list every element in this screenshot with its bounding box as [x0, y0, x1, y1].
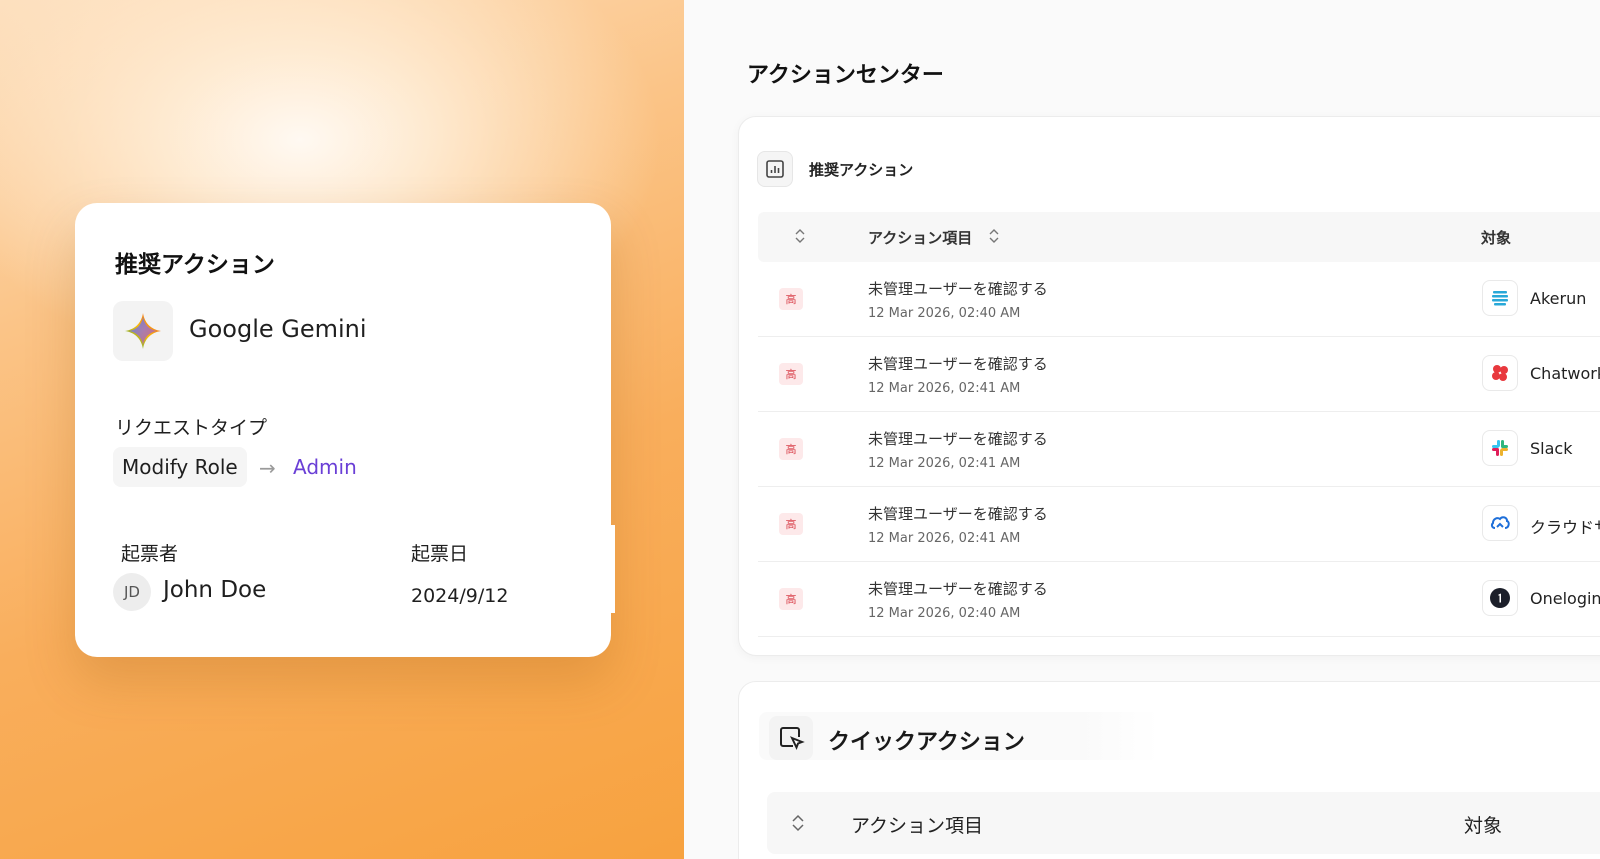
slack-icon [1492, 440, 1508, 456]
priority-badge: 高 [779, 513, 803, 535]
column-header-target[interactable]: 対象 [1481, 227, 1511, 248]
app-name: Google Gemini [189, 315, 367, 343]
row-title: 未管理ユーザーを確認する [868, 430, 1048, 448]
to-role: Admin [293, 455, 357, 479]
akerun-icon [1492, 291, 1508, 306]
priority-badge: 高 [779, 288, 803, 310]
chart-icon-tile [757, 151, 793, 187]
panel-title: クイックアクション [828, 730, 1025, 755]
panel-title: 推奨アクション [809, 161, 914, 179]
request-type-label: リクエストタイプ [115, 417, 268, 439]
row-title: 未管理ユーザーを確認する [868, 280, 1048, 298]
app-logo-tile [1482, 355, 1518, 391]
hero-gradient-panel: 推奨アクション Google Gemini リクエストタイプ Modify Ro… [0, 0, 684, 859]
table-row[interactable]: 高 未管理ユーザーを確認する 12 Mar 2026, 02:41 AM クラウ… [758, 487, 1600, 562]
table-row[interactable]: 高 未管理ユーザーを確認する 12 Mar 2026, 02:41 AM Cha… [758, 337, 1600, 412]
cursor-click-icon [780, 727, 805, 751]
app-logo-tile [1482, 580, 1518, 616]
row-title: 未管理ユーザーを確認する [868, 505, 1048, 523]
app-logo-tile [1482, 505, 1518, 541]
column-header-item[interactable]: アクション項目 [868, 227, 972, 248]
row-time: 12 Mar 2026, 02:40 AM [868, 606, 1021, 621]
recommended-actions-panel: 推奨アクション アクション項目 対象 高 未管理ユーザーを確認する 12 Mar… [738, 116, 1600, 656]
page-title: アクションセンター [747, 63, 944, 88]
from-role-chip: Modify Role [113, 447, 247, 487]
app-name: Chatwork [1530, 364, 1600, 383]
request-card: 推奨アクション Google Gemini リクエストタイプ Modify Ro… [75, 203, 615, 657]
table-row[interactable]: 高 未管理ユーザーを確認する 12 Mar 2026, 02:40 AM One… [758, 562, 1600, 637]
app-name: Akerun [1530, 289, 1587, 308]
avatar: JD [113, 573, 151, 611]
cloud-icon [1490, 516, 1510, 529]
arrow-right-icon: → [259, 456, 276, 480]
column-header-item[interactable]: アクション項目 [851, 811, 983, 838]
table-header: アクション項目 対象 [767, 792, 1600, 854]
gemini-icon [125, 313, 161, 349]
onelogin-icon [1490, 588, 1510, 608]
row-time: 12 Mar 2026, 02:41 AM [868, 531, 1021, 546]
row-time: 12 Mar 2026, 02:41 AM [868, 456, 1021, 471]
chatwork-icon [1492, 365, 1508, 381]
app-name: クラウドサ [1530, 518, 1600, 537]
sort-icon[interactable] [988, 226, 1000, 250]
row-time: 12 Mar 2026, 02:41 AM [868, 381, 1021, 396]
submit-date-label: 起票日 [411, 543, 469, 565]
priority-badge: 高 [779, 588, 803, 610]
priority-badge: 高 [779, 363, 803, 385]
sort-icon[interactable] [791, 811, 805, 839]
table-row[interactable]: 高 未管理ユーザーを確認する 12 Mar 2026, 02:40 AM Ake… [758, 262, 1600, 337]
submitter-name: John Doe [163, 577, 267, 603]
app-name: Slack [1530, 439, 1573, 458]
app-logo-tile [1482, 430, 1518, 466]
request-card-title: 推奨アクション [115, 252, 275, 278]
sort-icon[interactable] [794, 226, 806, 250]
row-time: 12 Mar 2026, 02:40 AM [868, 306, 1021, 321]
submit-date: 2024/9/12 [411, 585, 509, 607]
column-header-target[interactable]: 対象 [1464, 811, 1502, 838]
app-name: Onelogin [1530, 589, 1600, 608]
quick-actions-panel: クイックアクション アクション項目 対象 [738, 681, 1600, 859]
gemini-logo-tile [113, 301, 173, 361]
bar-chart-icon [766, 160, 784, 178]
table-row[interactable]: 高 未管理ユーザーを確認する 12 Mar 2026, 02:41 AM Sla… [758, 412, 1600, 487]
priority-badge: 高 [779, 438, 803, 460]
table-header: アクション項目 対象 [758, 212, 1600, 262]
submitter-label: 起票者 [121, 543, 179, 565]
app-logo-tile [1482, 280, 1518, 316]
cursor-icon-tile [769, 716, 813, 760]
row-title: 未管理ユーザーを確認する [868, 580, 1048, 598]
card-divider [611, 525, 615, 613]
row-title: 未管理ユーザーを確認する [868, 355, 1048, 373]
